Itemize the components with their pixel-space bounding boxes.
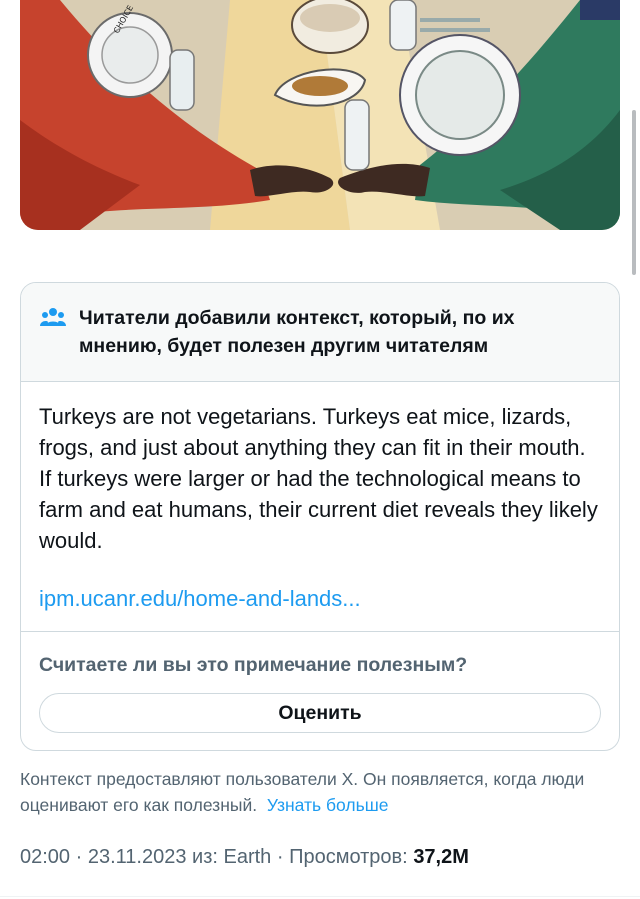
- community-note: Читатели добавили контекст, который, по …: [20, 282, 620, 751]
- community-note-header: Читатели добавили контекст, который, по …: [21, 283, 619, 382]
- people-icon: [40, 308, 66, 326]
- post-image[interactable]: CHOICE: [20, 0, 620, 230]
- community-note-source-link[interactable]: ipm.ucanr.edu/home-and-lands...: [39, 586, 601, 612]
- post-time[interactable]: 02:00: [20, 846, 70, 868]
- community-note-title: Читатели добавили контекст, который, по …: [79, 307, 515, 357]
- scrollbar[interactable]: [632, 110, 636, 275]
- rate-button[interactable]: Оценить: [39, 693, 601, 733]
- source-prefix: из:: [192, 846, 218, 868]
- post-date[interactable]: 23.11.2023: [88, 846, 187, 868]
- divider: [0, 896, 640, 897]
- community-note-rating: Считаете ли вы это примечание полезным? …: [21, 632, 619, 733]
- illustration-image: CHOICE: [20, 0, 620, 230]
- community-note-body: Turkeys are not vegetarians. Turkeys eat…: [21, 382, 619, 632]
- community-note-text: Turkeys are not vegetarians. Turkeys eat…: [39, 404, 598, 553]
- learn-more-link[interactable]: Узнать больше: [267, 795, 389, 815]
- rating-question: Считаете ли вы это примечание полезным?: [39, 654, 468, 676]
- views-count: 37,2M: [413, 846, 469, 868]
- context-disclaimer: Контекст предоставляют пользователи X. О…: [20, 766, 620, 818]
- post-meta: 02:00 · 23.11.2023 из: Earth · Просмотро…: [20, 846, 469, 868]
- post-source: Earth: [223, 846, 272, 868]
- views-label: Просмотров:: [289, 846, 408, 868]
